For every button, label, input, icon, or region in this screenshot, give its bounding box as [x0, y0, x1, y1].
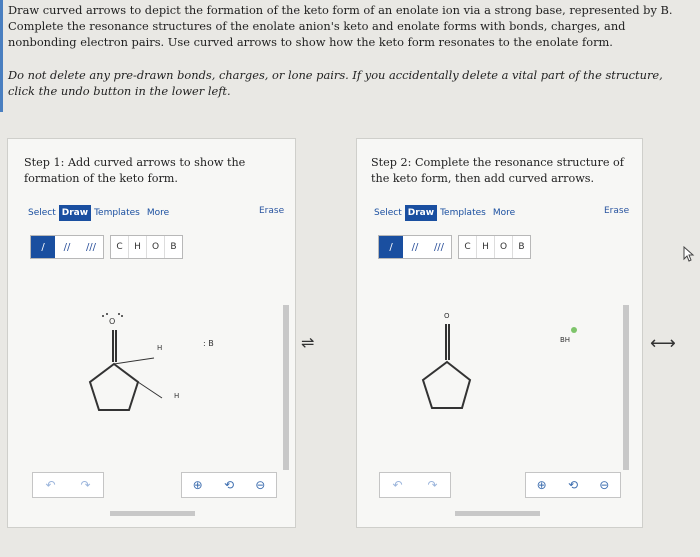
zoom-out-icon[interactable]: ⊖ [255, 478, 265, 492]
reset-icon[interactable]: ⟲ [224, 478, 234, 492]
step1-lone-pair-dot [118, 313, 120, 315]
instructions-note: Do not delete any pre-drawn bonds, charg… [8, 68, 663, 98]
step1-atom-h[interactable]: H [129, 236, 147, 258]
step2-tab-select[interactable]: Select [374, 208, 402, 218]
step1-triple-bond-tool[interactable]: /// [79, 236, 103, 258]
redo-icon[interactable]: ↷ [427, 478, 437, 492]
step2-horizontal-scrollbar[interactable] [455, 511, 540, 516]
step1-lone-pair-dot [121, 315, 123, 317]
step1-lone-pair-dot [106, 313, 108, 315]
step2-title: Step 2: Complete the resonance structure… [371, 156, 624, 185]
step2-tool-row: / // /// C H O B [378, 235, 531, 259]
step2-canvas[interactable]: O BH [376, 262, 626, 462]
step1-base-label: : B [203, 339, 214, 348]
resonance-equilibrium-arrow: ⇌ [301, 333, 315, 352]
step1-atom-tools: C H O B [110, 235, 183, 259]
step2-atom-b[interactable]: B [513, 236, 530, 258]
mouse-cursor-icon [683, 246, 695, 262]
step2-atom-o[interactable]: O [495, 236, 513, 258]
step2-vertical-scrollbar[interactable] [623, 305, 629, 470]
step1-tab-templates[interactable]: Templates [94, 208, 140, 218]
step2-bond-tools: / // /// [378, 235, 452, 259]
step1-ch-bond-1 [113, 357, 155, 365]
undo-icon[interactable]: ↶ [392, 478, 402, 492]
step2-oxygen-label: O [444, 312, 450, 320]
step1-erase-button[interactable]: Erase [259, 206, 284, 216]
step1-history-buttons: ↶ ↷ [32, 472, 104, 498]
step1-h-label-1: H [157, 344, 162, 352]
step2-double-bond-tool[interactable]: // [403, 236, 427, 258]
step1-atom-b[interactable]: B [165, 236, 182, 258]
instructions-text: Draw curved arrows to depict the formati… [8, 3, 673, 49]
step2-tab-templates[interactable]: Templates [440, 208, 486, 218]
step1-zoom-buttons: ⊕ ⟲ ⊖ [181, 472, 277, 498]
step1-tab-more[interactable]: More [147, 208, 169, 218]
step1-tool-row: / // /// C H O B [30, 235, 183, 259]
step1-h-label-2: H [174, 392, 179, 400]
instruction-accent-bar [0, 0, 3, 112]
step1-vertical-scrollbar[interactable] [283, 305, 289, 470]
step1-title: Step 1: Add curved arrows to show the fo… [24, 156, 246, 185]
step2-history-buttons: ↶ ↷ [379, 472, 451, 498]
step1-horizontal-scrollbar[interactable] [110, 511, 195, 516]
step2-ring [421, 360, 472, 409]
step1-atom-o[interactable]: O [147, 236, 165, 258]
step1-toolbar: Select Draw Templates More [28, 205, 176, 221]
zoom-in-icon[interactable]: ⊕ [193, 478, 203, 492]
step1-single-bond-tool[interactable]: / [31, 236, 55, 258]
step2-atom-tools: C H O B [458, 235, 531, 259]
step2-tab-draw[interactable]: Draw [404, 205, 438, 221]
step1-ch-bond-2 [137, 381, 163, 399]
step1-tab-draw[interactable]: Draw [58, 205, 92, 221]
step2-single-bond-tool[interactable]: / [379, 236, 403, 258]
step1-lone-pair-dot [102, 315, 104, 317]
step1-oxygen-label: O [109, 317, 115, 326]
zoom-in-icon[interactable]: ⊕ [537, 478, 547, 492]
redo-icon[interactable]: ↷ [80, 478, 90, 492]
reset-icon[interactable]: ⟲ [568, 478, 578, 492]
step2-atom-c[interactable]: C [459, 236, 477, 258]
resonance-double-arrow: ⟷ [650, 333, 676, 354]
step1-tab-select[interactable]: Select [28, 208, 56, 218]
step1-ring [88, 362, 140, 411]
zoom-out-icon[interactable]: ⊖ [599, 478, 609, 492]
step2-charge-indicator [571, 327, 577, 333]
step2-toolbar: Select Draw Templates More [374, 205, 522, 221]
step2-erase-button[interactable]: Erase [604, 206, 629, 216]
step1-canvas[interactable]: O H H : B [30, 262, 280, 462]
step1-double-bond-tool[interactable]: // [55, 236, 79, 258]
step1-atom-c[interactable]: C [111, 236, 129, 258]
step2-bh-label: BH [560, 336, 570, 344]
step1-bond-tools: / // /// [30, 235, 104, 259]
undo-icon[interactable]: ↶ [45, 478, 55, 492]
step2-tab-more[interactable]: More [493, 208, 515, 218]
step2-atom-h[interactable]: H [477, 236, 495, 258]
step2-zoom-buttons: ⊕ ⟲ ⊖ [525, 472, 621, 498]
step2-triple-bond-tool[interactable]: /// [427, 236, 451, 258]
